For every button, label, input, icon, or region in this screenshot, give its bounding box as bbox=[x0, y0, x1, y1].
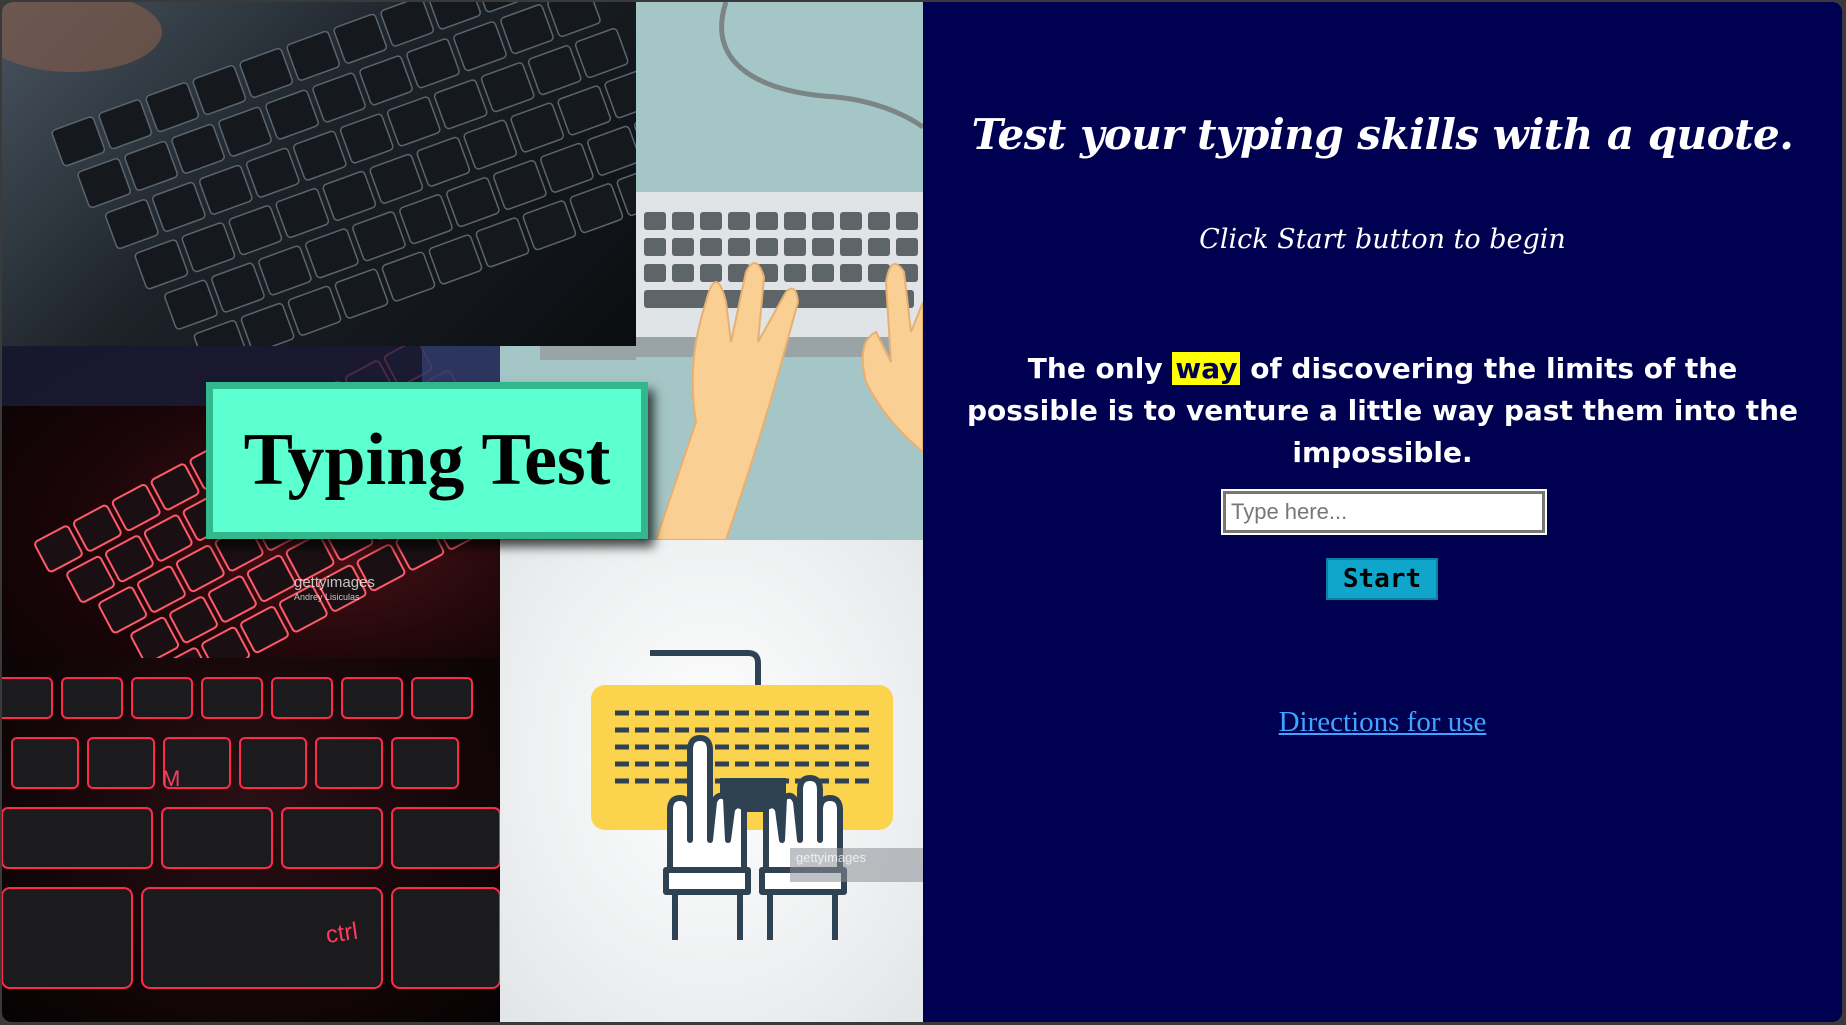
getty-watermark: gettyimages bbox=[294, 574, 375, 591]
svg-text:ctrl: ctrl bbox=[324, 918, 359, 949]
svg-text:M: M bbox=[162, 766, 180, 791]
app-window: gettyimages Andrey Lisiculas ctrl M gett… bbox=[2, 2, 1842, 1022]
start-button[interactable]: Start bbox=[1326, 558, 1438, 600]
getty-credit: Andrey Lisiculas bbox=[294, 592, 360, 602]
typing-test-title-card: Typing Test bbox=[206, 382, 648, 539]
page-heading: Test your typing skills with a quote. bbox=[971, 110, 1794, 159]
typing-input[interactable] bbox=[1221, 489, 1547, 535]
typing-input-wrapper bbox=[1221, 489, 1547, 535]
quote-before: The only bbox=[1027, 352, 1173, 385]
red-keyboard-closeup-photo: ctrl M bbox=[2, 658, 500, 1022]
laptop-keyboard-photo bbox=[2, 2, 636, 346]
getty-watermark-2: gettyimages bbox=[796, 850, 867, 865]
illustrated-keyboard-hands bbox=[636, 2, 923, 540]
quote-text: The only way of discovering the limits o… bbox=[963, 348, 1802, 474]
test-panel: Test your typing skills with a quote. Cl… bbox=[923, 2, 1842, 1022]
flat-keyboard-illustration: gettyimages bbox=[500, 540, 923, 1022]
app-title: Typing Test bbox=[243, 419, 611, 501]
directions-link[interactable]: Directions for use bbox=[923, 706, 1842, 739]
keyboard-collage: gettyimages Andrey Lisiculas ctrl M gett… bbox=[2, 2, 923, 1022]
quote-current-word: way bbox=[1172, 352, 1241, 385]
instruction-text: Click Start button to begin bbox=[1199, 224, 1566, 255]
